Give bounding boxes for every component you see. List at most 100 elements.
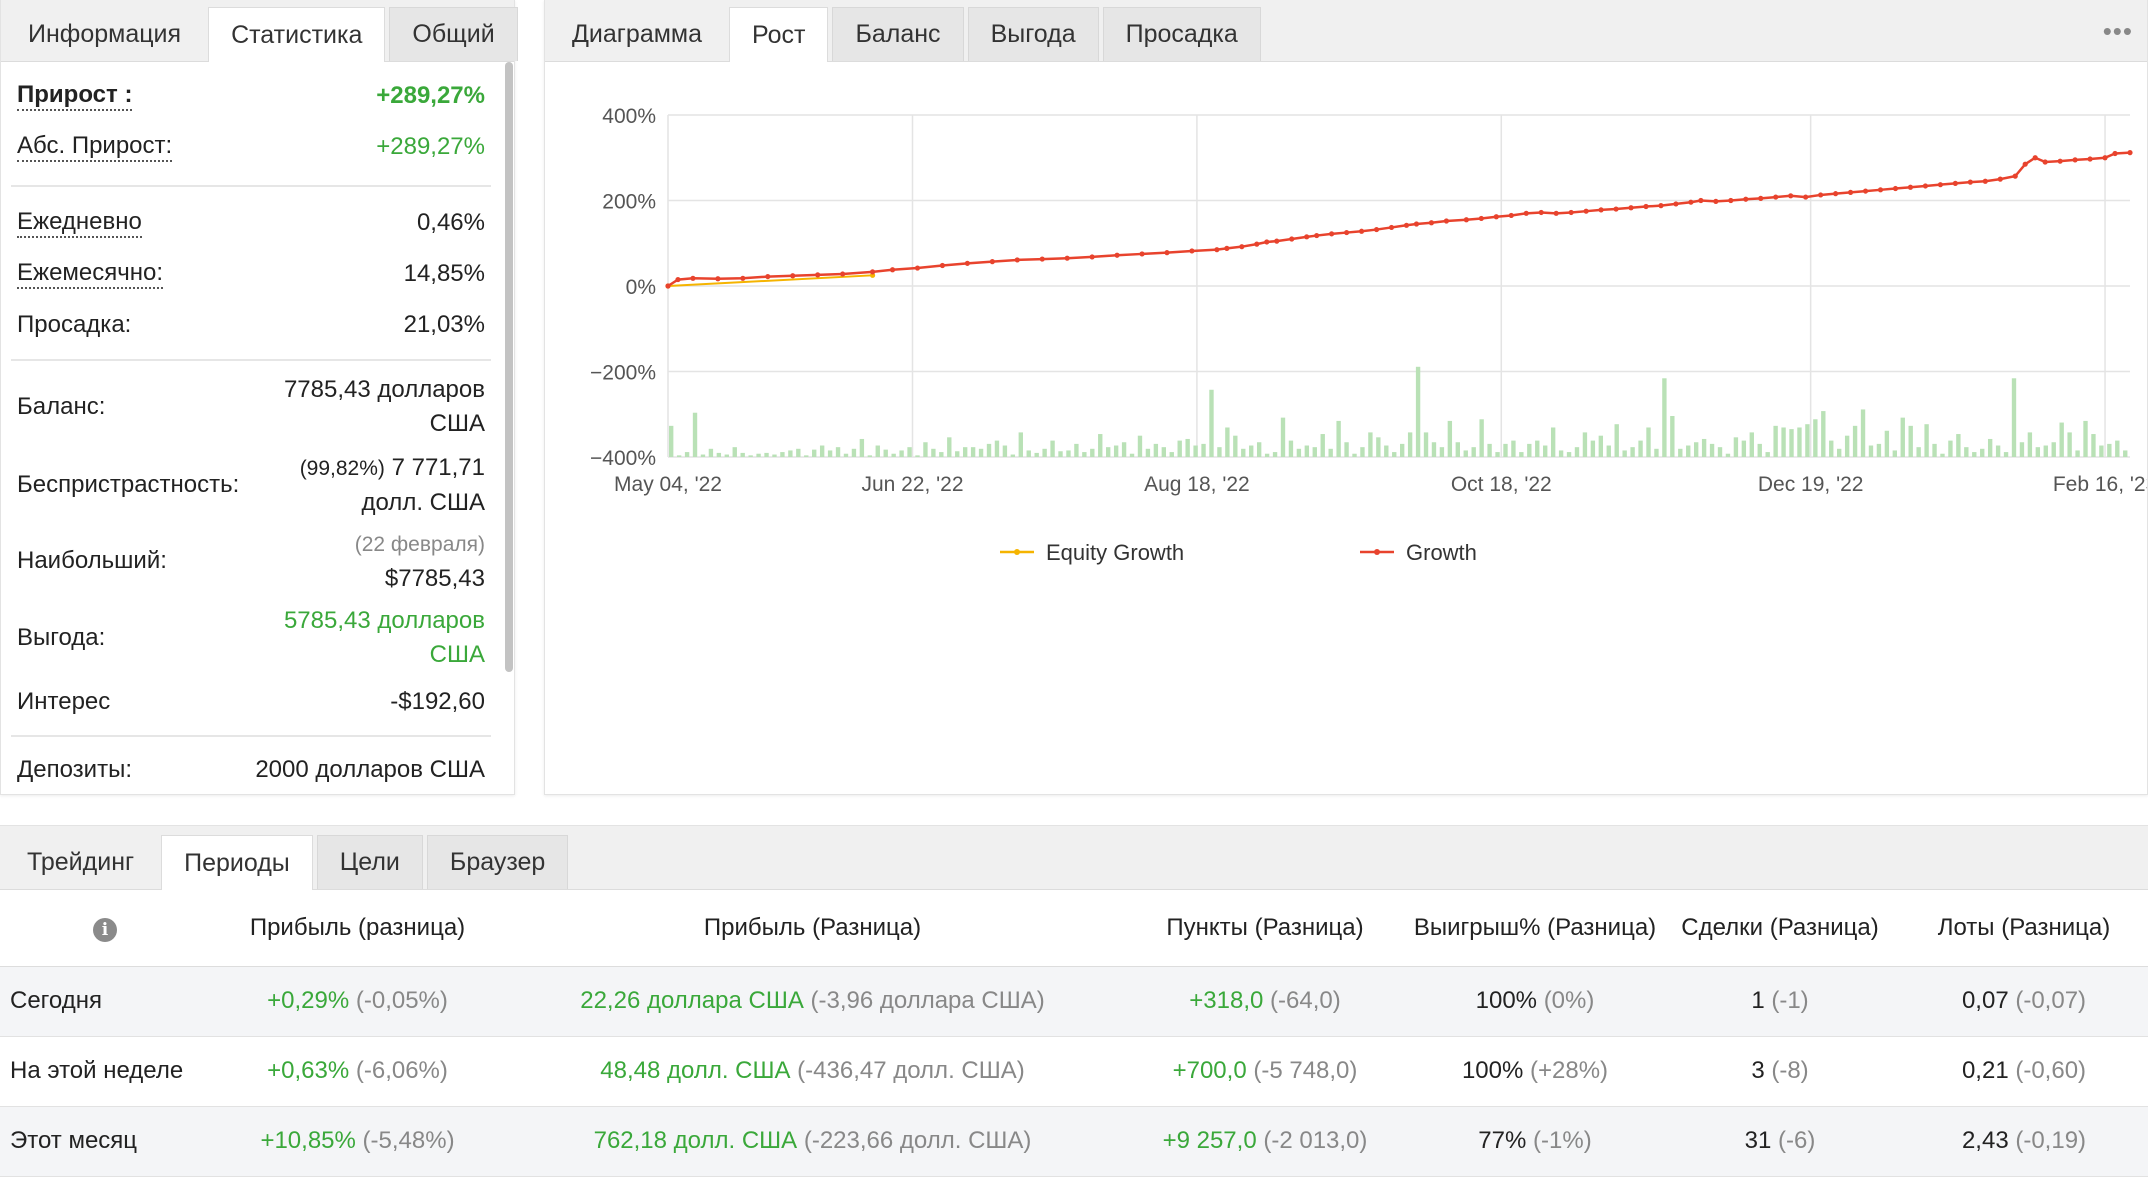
- profit-value: 5785,43 долларов США: [283, 607, 485, 668]
- tab-browser[interactable]: Браузер: [426, 835, 569, 889]
- volume-bar: [1805, 424, 1810, 457]
- y-tick-label: 0%: [626, 276, 656, 299]
- volume-bar: [1336, 420, 1341, 457]
- volume-bar: [1455, 442, 1460, 457]
- volume-bar: [812, 449, 817, 457]
- data-point: [1997, 176, 2003, 182]
- volume-bar: [1813, 419, 1818, 457]
- volume-bar: [669, 425, 674, 457]
- volume-bar: [788, 450, 793, 457]
- volume-bar: [2011, 378, 2017, 457]
- volume-bar: [1495, 452, 1500, 457]
- monthly-value: 14,85%: [403, 260, 485, 287]
- volume-bars: [669, 366, 2128, 457]
- data-point: [1274, 238, 1280, 244]
- tab-information[interactable]: Информация: [5, 7, 204, 61]
- data-point: [1508, 212, 1514, 219]
- table-cell: 48,48 долл. США (-436,47 долл. США): [505, 1036, 1120, 1107]
- volume-bar: [1964, 447, 1969, 457]
- stat-row-highest: Наибольший: (22 февраля) $7785,43: [1, 523, 501, 599]
- data-point: [1139, 251, 1145, 257]
- series-line-growth: [667, 151, 2131, 288]
- data-point: [1673, 201, 1679, 207]
- volume-bar: [1590, 440, 1596, 457]
- legend-marker: [1014, 549, 1020, 555]
- period-name: Этот месяц: [0, 1106, 210, 1177]
- volume-bar: [1884, 430, 1890, 457]
- volume-bar: [1264, 453, 1270, 457]
- growth-label[interactable]: Прирост :: [17, 81, 133, 111]
- tab-goals[interactable]: Цели: [316, 835, 423, 889]
- interest-value: -$192,60: [390, 688, 485, 715]
- tab-statistics[interactable]: Статистика: [208, 7, 386, 62]
- monthly-label[interactable]: Ежемесячно:: [17, 259, 164, 289]
- data-point: [1658, 203, 1664, 209]
- data-point: [1403, 222, 1410, 228]
- volume-bar: [740, 452, 745, 457]
- tab-periods[interactable]: Периоды: [161, 835, 313, 890]
- volume-bar: [1113, 445, 1119, 457]
- stat-row-drawdown: Просадка: 21,03%: [1, 299, 501, 351]
- info-icon[interactable]: i: [93, 917, 117, 942]
- volume-bar: [1725, 453, 1731, 457]
- stat-row-equity: Беспристрастность: (99,82%) 7 771,71 долл…: [1, 447, 501, 523]
- chart-legend[interactable]: Equity Growth Growth: [1000, 540, 1477, 565]
- data-point: [665, 283, 671, 289]
- volume-bar: [1392, 452, 1397, 457]
- tab-trading[interactable]: Трейдинг: [4, 835, 157, 889]
- volume-bar: [931, 448, 936, 457]
- volume-bar: [2099, 445, 2104, 457]
- data-point: [2112, 150, 2118, 157]
- data-point: [2057, 158, 2063, 164]
- interest-label: Интерес: [17, 688, 111, 715]
- data-point: [914, 265, 921, 271]
- tab-profit[interactable]: Выгода: [967, 7, 1099, 61]
- volume-bar: [1463, 450, 1468, 457]
- more-options-icon[interactable]: •••: [2103, 16, 2133, 47]
- data-point: [1583, 208, 1589, 214]
- volume-bar: [915, 455, 920, 457]
- volume-bar: [1860, 409, 1866, 457]
- deposits-label: Депозиты:: [17, 756, 132, 783]
- data-point: [1064, 255, 1070, 261]
- tab-drawdown[interactable]: Просадка: [1102, 7, 1261, 61]
- table-row: Этот месяц +10,85% (-5,48%) 762,18 долл.…: [0, 1106, 2148, 1177]
- volume-bar: [1821, 411, 1826, 457]
- abs-growth-label[interactable]: Абс. Прирост:: [17, 132, 173, 162]
- stats-scrollbar[interactable]: [505, 62, 513, 672]
- data-point: [840, 271, 846, 277]
- tab-growth[interactable]: Рост: [729, 7, 829, 62]
- tab-balance[interactable]: Баланс: [832, 7, 964, 61]
- data-point: [740, 275, 746, 281]
- volume-bar: [1535, 440, 1540, 457]
- volume-bar: [1249, 445, 1254, 457]
- volume-bar: [804, 455, 809, 457]
- volume-bar: [1042, 448, 1047, 457]
- table-row: Сегодня +0,29% (-0,05%) 22,26 доллара СШ…: [0, 966, 2148, 1037]
- daily-label[interactable]: Ежедневно: [17, 208, 142, 238]
- volume-bar: [1630, 447, 1635, 457]
- data-point: [1613, 206, 1619, 212]
- volume-bar: [1471, 447, 1476, 457]
- volume-bar: [1701, 438, 1707, 457]
- volume-bar: [1288, 440, 1294, 457]
- volume-bar: [970, 447, 976, 457]
- data-point: [1114, 252, 1120, 258]
- daily-value: 0,46%: [416, 209, 485, 236]
- chart-series: [665, 150, 2133, 289]
- volume-bar: [1662, 378, 1667, 457]
- volume-bar: [1749, 432, 1754, 457]
- tab-diagram[interactable]: Диаграмма: [549, 7, 725, 61]
- data-point: [1463, 217, 1469, 223]
- equity-value: (99,82%) 7 771,71 долл. США: [299, 453, 485, 516]
- data-point: [1892, 185, 1899, 192]
- volume-bar: [708, 448, 714, 457]
- volume-bar: [1050, 440, 1055, 457]
- volume-bar: [1622, 450, 1627, 457]
- data-point: [1598, 207, 1604, 213]
- tab-general[interactable]: Общий: [389, 7, 518, 61]
- volume-bar: [1773, 425, 1778, 457]
- volume-bar: [1233, 435, 1238, 457]
- volume-bar: [1503, 443, 1508, 457]
- x-tick-label: Jun 22, '22: [861, 473, 963, 496]
